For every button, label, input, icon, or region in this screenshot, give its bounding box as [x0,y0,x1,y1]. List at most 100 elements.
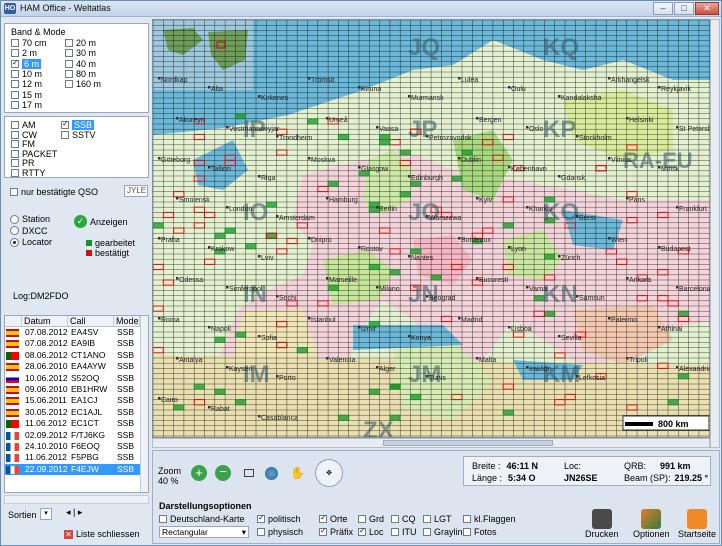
globe-icon[interactable] [265,467,278,480]
table-row[interactable]: 07.08.2012 EA9IB SSB [5,338,148,349]
checkbox-box[interactable] [11,140,19,149]
worked-cell[interactable] [667,399,679,406]
view-dxcc-radio[interactable]: DXCC [10,226,48,236]
mode-fm-checkbox[interactable]: FM [11,139,35,149]
worked-cell[interactable] [677,373,690,380]
close-list-button[interactable]: ✕ Liste schliessen [64,529,140,539]
band-6m-checkbox[interactable]: 6 m [11,58,42,69]
worked-cell[interactable] [410,248,422,255]
checkbox-box[interactable] [61,130,69,139]
radio-dot[interactable] [10,214,19,224]
table-row[interactable]: 02.09.2012 F/TJ6KG SSB [5,430,148,441]
checkbox-box[interactable] [65,39,73,47]
print-button[interactable]: Drucken [585,509,619,539]
show-button[interactable]: ✓ Anzeigen [74,215,128,228]
worked-cell[interactable] [389,383,401,390]
worked-cell[interactable] [307,118,319,125]
checkbox-box[interactable] [257,528,265,536]
checkbox-box[interactable] [423,528,431,536]
checkbox-box[interactable] [11,149,19,158]
band-40m-checkbox[interactable]: 40 m [65,59,96,69]
mode-column-header[interactable]: Mode [114,316,140,326]
option-itu-checkbox[interactable]: ITU [391,527,417,537]
checkbox-box[interactable] [423,515,431,523]
worked-cell[interactable] [234,331,247,338]
option-orte-checkbox[interactable]: Orte [319,513,348,524]
minimize-button[interactable]: – [653,2,673,15]
band-80m-checkbox[interactable]: 80 m [65,69,96,79]
prev-button[interactable]: ◂ [66,507,71,517]
option-fotos-checkbox[interactable]: Fotos [463,527,497,537]
worked-cell[interactable] [327,284,339,291]
checkbox-box[interactable] [391,528,399,536]
worked-cell[interactable] [234,399,247,406]
table-row[interactable]: 24.10.2010 F6EOQ SSB [5,441,148,452]
worked-cell[interactable] [379,133,391,141]
worked-cell[interactable] [543,310,556,317]
option-cq-checkbox[interactable]: CQ [391,514,416,524]
world-atlas-map[interactable]: JQ KQ IP JP KP IO JO KO IN JN KN IM JM KM ZX RA-EU Nord… [152,19,718,438]
table-row[interactable]: 09.06.2010 EB1HRW SSB [5,384,148,395]
checkbox-box[interactable] [358,526,366,536]
option-physisch-checkbox[interactable]: physisch [257,527,303,537]
worked-cell[interactable] [502,409,515,416]
worked-cell[interactable] [410,393,422,401]
worked-cell[interactable] [153,222,164,229]
checkbox-box[interactable] [65,80,73,89]
mode-rtty-checkbox[interactable]: RTTY [11,168,45,178]
worked-cell[interactable] [173,404,185,411]
mode-am-checkbox[interactable]: AM [11,120,36,130]
worked-cell[interactable] [193,383,206,390]
map-vertical-scrollbar[interactable] [710,19,720,448]
qsl-input[interactable]: JYLE [124,185,148,197]
table-row[interactable]: 30.05.2012 EC1AJL SSB [5,407,148,418]
option-prfix-checkbox[interactable]: Präfix [319,526,353,537]
band-10m-checkbox[interactable]: 10 m [11,69,42,79]
sort-dropdown[interactable]: ▾ [40,508,52,520]
table-row[interactable]: 15.06.2011 EA1CJ SSB [5,395,148,406]
table-row[interactable]: 11.06.2012 EC1CT SSB [5,418,148,429]
checkbox-box[interactable] [11,80,19,89]
checkbox-box[interactable] [257,513,265,523]
worked-cell[interactable] [368,388,381,395]
checkbox-box[interactable] [65,69,73,78]
worked-cell[interactable] [399,149,411,156]
worked-cell[interactable] [224,227,236,234]
date-column-header[interactable]: Datum [22,316,68,326]
radio-dot[interactable] [10,237,19,247]
worked-cell[interactable] [327,180,339,187]
table-row[interactable]: 08.06.2012 CT1ANO SSB [5,350,148,361]
frame-icon[interactable] [244,469,254,477]
band-15m-checkbox[interactable]: 15 m [11,90,42,100]
table-scrollbar[interactable] [140,316,148,492]
checkbox-box[interactable] [463,515,471,523]
table-hscroll[interactable] [4,495,149,504]
option-loc-checkbox[interactable]: Loc [358,526,384,537]
mode-cw-checkbox[interactable]: CW [11,130,37,140]
checkbox-box[interactable] [65,49,73,58]
mode-packet-checkbox[interactable]: PACKET [11,149,57,159]
view-locator-radio[interactable]: Locator [10,237,52,247]
call-column-header[interactable]: Call [68,316,114,326]
worked-cell[interactable] [430,274,442,281]
worked-cell[interactable] [337,414,350,421]
checkbox-box[interactable] [11,100,19,109]
checkbox-box[interactable] [11,169,19,177]
worked-cell[interactable] [461,149,473,156]
worked-cell[interactable] [296,347,308,354]
worked-cell[interactable] [368,263,381,271]
pan-control[interactable]: ✥ [315,459,343,487]
worked-cell[interactable] [265,232,278,239]
worked-cell[interactable] [399,191,411,198]
mode-ssb-checkbox[interactable]: SSB [61,119,95,130]
checkbox-box[interactable] [10,188,18,196]
checkbox-box[interactable] [65,59,73,68]
option-lgt-checkbox[interactable]: LGT [423,514,452,524]
flag-column-header[interactable] [5,316,22,326]
worked-cell[interactable] [337,133,350,141]
app-icon[interactable]: HO [4,3,16,14]
band-30m-checkbox[interactable]: 30 m [65,48,96,58]
checkbox-box[interactable] [11,130,19,139]
startpage-button[interactable]: Startseite [678,509,716,539]
table-row[interactable]: 22.09.2012 F4EJW SSB [5,463,148,476]
